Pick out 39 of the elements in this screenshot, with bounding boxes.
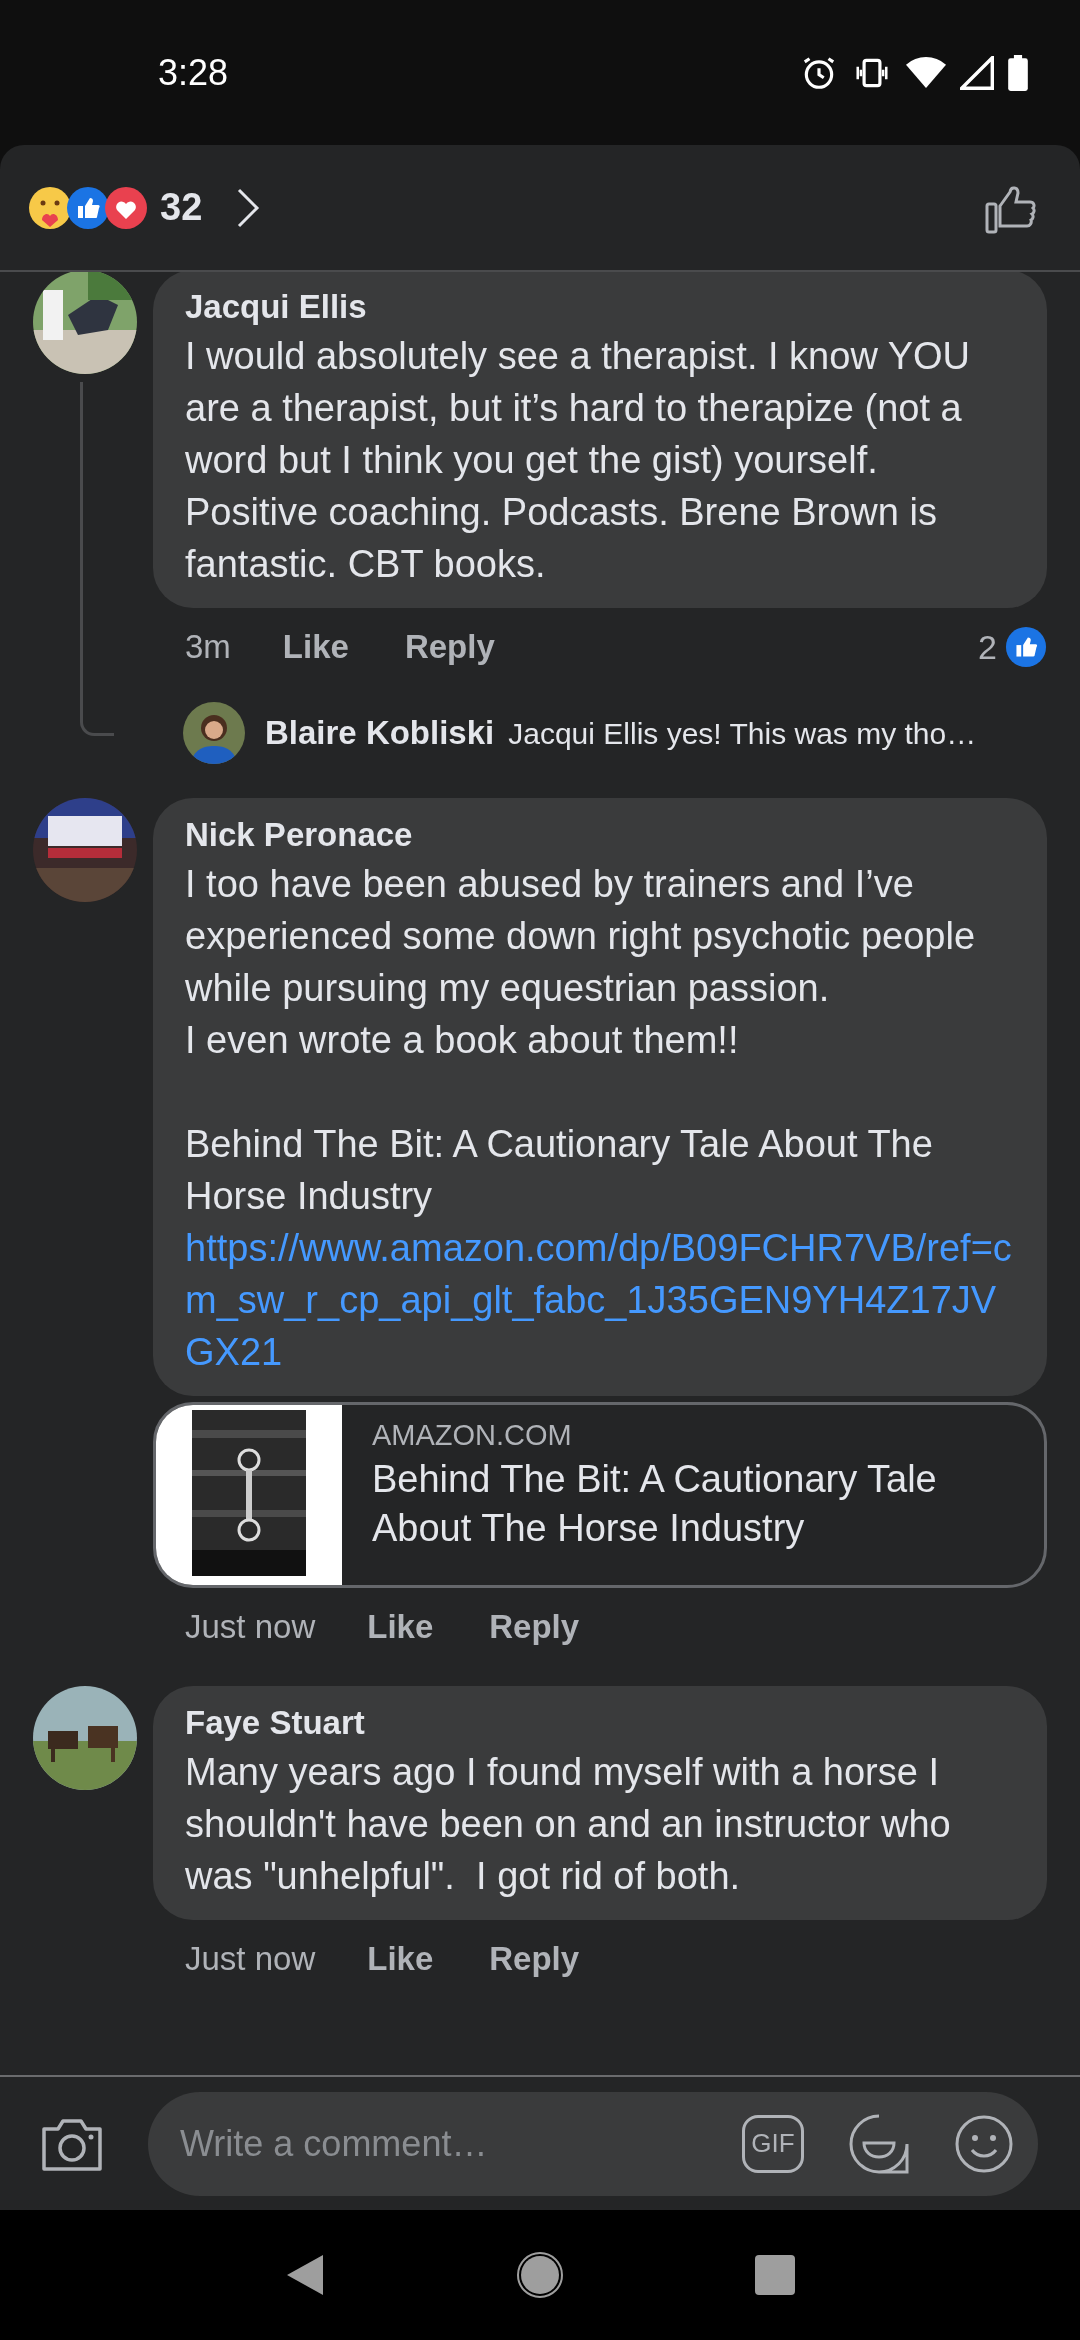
gif-button[interactable]: GIF (742, 2114, 804, 2173)
comment-author[interactable]: Faye Stuart (185, 1700, 1015, 1746)
comment-text: Many years ago I found myself with a horse I shouldn't have been on and an instructor who was "unhelpful". I got rid of both. (185, 1750, 952, 1899)
reply-link[interactable]: Reply (489, 1602, 580, 1652)
comment-time: Just now (185, 1939, 316, 1980)
battery-icon (1008, 54, 1028, 91)
comment-time: 3m (185, 627, 231, 668)
status-time: 3:28 (158, 50, 229, 95)
reaction-count[interactable]: 32 (160, 179, 203, 236)
chevron-right-icon[interactable] (236, 186, 261, 229)
comment-text: I would absolutely see a therapist. I know YOU are a therapist, but it’s hard to therapize (not a word but I think you get the gist) yourself. Positive coaching. Podcasts. Brene Brown is fantastic. CBT books. (185, 334, 972, 587)
comment-time: Just now (185, 1607, 316, 1648)
like-count: 2 (978, 626, 997, 668)
comment-field[interactable]: Write a comment… GIF (148, 2091, 1038, 2196)
reply-link[interactable]: Reply (489, 1934, 580, 1984)
home-icon[interactable] (516, 2251, 564, 2299)
link-title: Behind The Bit: A Cautionary Tale About The Horse Industry (372, 1457, 938, 1551)
like-reaction-icon (66, 185, 110, 230)
like-link[interactable]: Like (367, 1602, 434, 1652)
comment-text: I too have been abused by trainers and I’ve experienced some down right psychotic people while pursuing my equestrian passion. I even wrote a book about them!! Behind The Bit: A Cautionary Tale About The Horse Industry (185, 862, 977, 1219)
like-reaction-icon (1005, 626, 1047, 668)
back-icon[interactable] (285, 2253, 326, 2297)
like-link[interactable]: Like (282, 622, 349, 672)
link-preview-card[interactable]: AMAZON.COM Behind The Bit: A Cautionary Tale About The Horse Industry (153, 1402, 1047, 1588)
sticker-icon[interactable] (848, 2112, 910, 2175)
care-reaction-icon (28, 185, 72, 230)
like-link[interactable]: Like (367, 1934, 434, 1984)
reply-link[interactable]: Reply (404, 622, 495, 672)
signal-icon (960, 55, 994, 90)
comment-author[interactable]: Jacqui Ellis (185, 284, 1015, 330)
reply-author[interactable]: Blaire Kobliski (265, 708, 495, 758)
emoji-icon[interactable] (954, 2113, 1014, 2174)
comment-author[interactable]: Nick Peronace (185, 812, 1015, 858)
love-reaction-icon (104, 185, 148, 230)
link[interactable]: https://www.amazon.com/dp/B09FCHR7VB/ref=cm_sw_r_cp_api_glt_fabc_1J35GEN9YH4Z17JVGX21 (185, 1222, 1015, 1378)
recents-icon[interactable] (754, 2255, 795, 2295)
reply-text: Jacqui Ellis yes! This was my tho… (508, 715, 977, 752)
wifi-icon (906, 55, 946, 90)
link-domain: AMAZON.COM (372, 1418, 573, 1453)
